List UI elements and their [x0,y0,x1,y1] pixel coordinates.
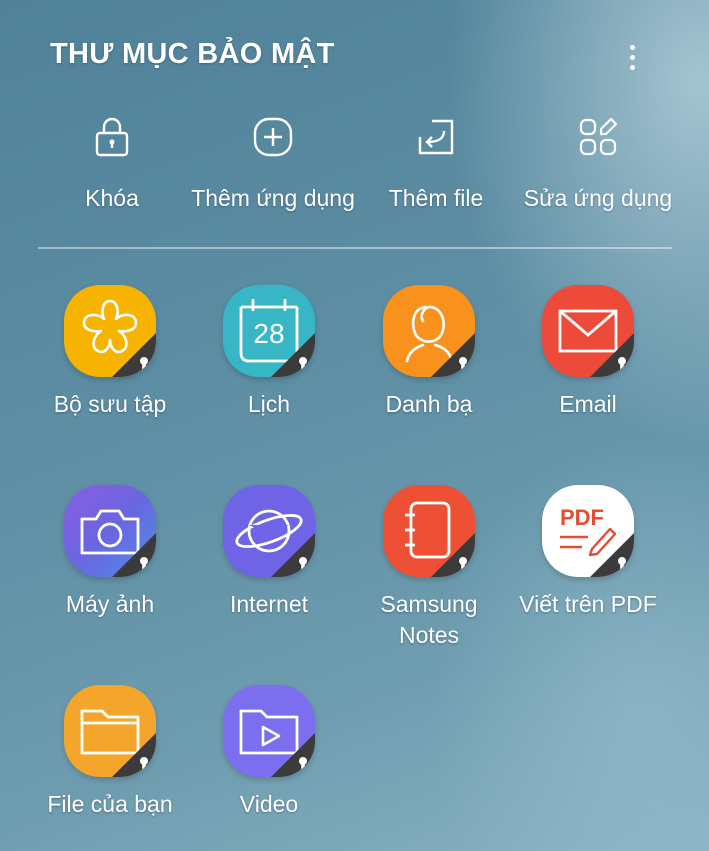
add-apps-label: Thêm ứng dụng [191,185,355,211]
lock-badge-icon [112,533,156,577]
app-label: Máy ảnh [65,591,155,617]
app-label: Lịch [247,391,291,417]
pdf-text: PDF [560,505,604,530]
gallery-flower-icon [64,285,156,377]
app-internet[interactable]: Internet [189,485,349,620]
calendar-icon: 28 [223,285,315,377]
app-contacts[interactable]: Danh bạ [349,285,509,420]
notes-icon [383,485,475,577]
internet-planet-icon [223,485,315,577]
app-calendar[interactable]: 28 Lịch [189,285,349,420]
action-bar: Khóa Thêm ứng dụng Thêm file Sửa ứng dụn… [30,115,680,225]
lock-badge-icon [112,733,156,777]
lock-badge-icon [271,333,315,377]
app-label: Viết trên PDF [519,591,657,617]
lock-badge-icon [271,733,315,777]
lock-badge-icon [590,533,634,577]
app-video[interactable]: Video [189,685,349,820]
folder-icon [64,685,156,777]
add-file-button[interactable]: Thêm file [351,115,521,212]
contacts-icon [383,285,475,377]
app-label: Bộ sưu tập [53,391,167,417]
email-icon [542,285,634,377]
add-file-label: Thêm file [388,185,484,211]
app-email[interactable]: Email [508,285,668,420]
app-camera[interactable]: Máy ảnh [30,485,190,620]
app-label: File của bạn [47,791,173,817]
add-file-icon [418,119,454,155]
pdf-write-icon: PDF [542,485,634,577]
app-gallery[interactable]: Bộ sưu tập [30,285,190,420]
lock-button[interactable]: Khóa [27,115,197,212]
lock-badge-icon [590,333,634,377]
more-vert-dot [629,64,635,70]
more-options-button[interactable] [616,38,648,76]
app-label: Video [239,791,299,817]
more-vert-dot [629,54,635,60]
more-vert-icon [629,44,635,50]
add-circle-icon [253,117,293,157]
camera-icon [64,485,156,577]
app-label: Email [559,391,617,417]
lock-label: Khóa [85,185,139,211]
app-label: Danh bạ [385,391,473,417]
app-label: Samsung Notes [349,589,509,651]
lock-badge-icon [431,533,475,577]
edit-apps-icon [579,117,618,156]
divider [38,247,672,249]
app-label-line: Notes [398,622,460,648]
lock-badge-icon [112,333,156,377]
app-samsung-notes[interactable]: Samsung Notes [349,485,509,651]
page-title: THƯ MỤC BẢO MẬT [50,38,335,70]
edit-apps-button[interactable]: Sửa ứng dụng [513,115,683,212]
lock-badge-icon [271,533,315,577]
app-label-line: Samsung [380,591,478,617]
video-icon [223,685,315,777]
add-apps-button[interactable]: Thêm ứng dụng [188,115,358,212]
edit-apps-label: Sửa ứng dụng [523,185,673,211]
lock-badge-icon [431,333,475,377]
app-write-on-pdf[interactable]: PDF Viết trên PDF [508,485,668,620]
app-label: Internet [230,591,308,617]
lock-icon [95,117,129,157]
app-my-files[interactable]: File của bạn [30,685,190,820]
